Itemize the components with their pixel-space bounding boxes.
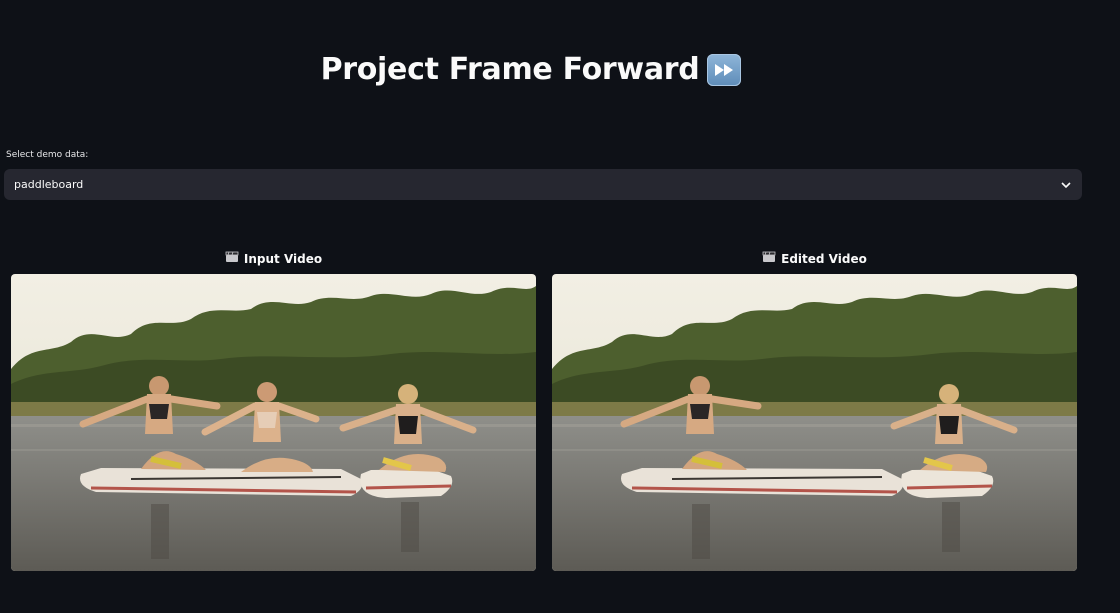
input-video-title: Input Video: [243, 251, 323, 266]
edited-video-title: Edited Video: [781, 251, 867, 266]
clapperboard-icon: [762, 251, 776, 266]
page-title: Project Frame Forward: [320, 52, 700, 87]
edited-video-heading: Edited Video: [552, 251, 1077, 266]
select-label: Select demo data:: [6, 150, 89, 160]
input-video-heading: Input Video: [11, 251, 536, 266]
select-value: paddleboard: [14, 178, 84, 191]
chevron-down-icon[interactable]: [1060, 179, 1072, 191]
input-video-player[interactable]: [11, 274, 536, 571]
clapperboard-icon: [225, 251, 239, 266]
demo-data-select[interactable]: paddleboard: [4, 169, 1082, 200]
edited-video-player[interactable]: [552, 274, 1077, 571]
page-header: Project Frame Forward: [0, 52, 1062, 87]
fast-forward-icon: [707, 53, 742, 86]
